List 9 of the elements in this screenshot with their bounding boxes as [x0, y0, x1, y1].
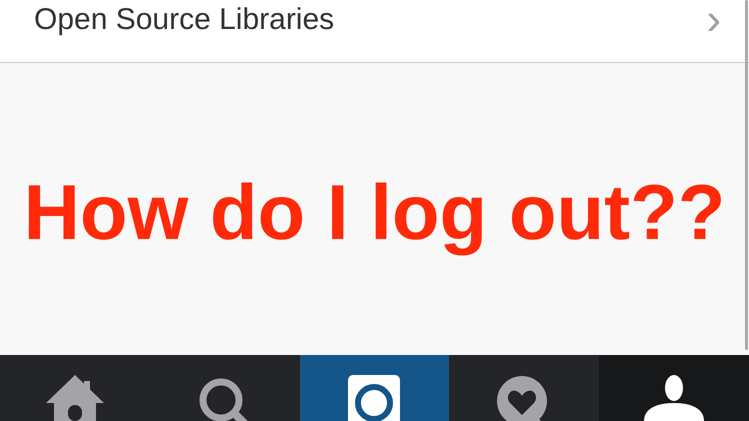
camera-icon	[348, 375, 400, 421]
caption-text: How do I log out??	[24, 166, 726, 258]
profile-icon	[644, 375, 704, 421]
row-label: Open Source Libraries	[34, 2, 334, 38]
settings-row[interactable]: Open Source Libraries ›	[0, 0, 749, 63]
tab-bar-item[interactable]	[599, 355, 749, 421]
tab-bar-item[interactable]	[300, 355, 450, 421]
home-icon	[46, 375, 104, 421]
chevron-icon: ›	[706, 0, 721, 40]
